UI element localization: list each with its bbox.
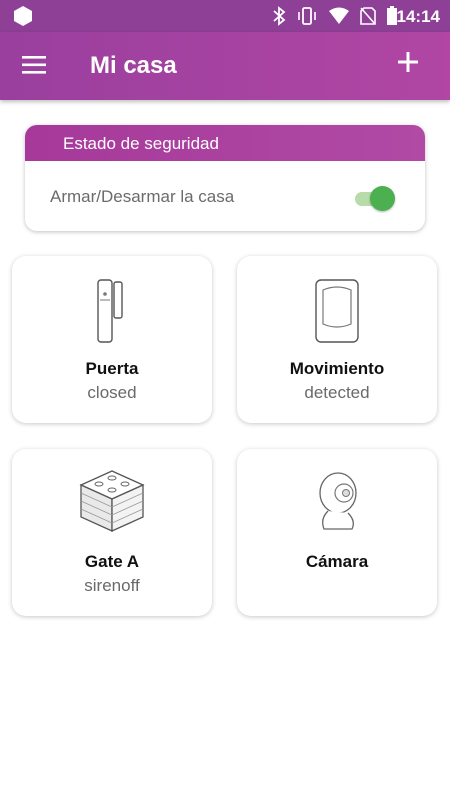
- device-name: Cámara: [305, 552, 369, 571]
- device-status: detected: [304, 383, 370, 402]
- plus-icon[interactable]: [396, 50, 420, 74]
- security-status-card: Estado de seguridad Armar/Desarmar la ca…: [25, 125, 425, 231]
- app-hex-icon: [14, 6, 32, 26]
- toggle-thumb: [370, 186, 395, 211]
- wifi-icon: [329, 7, 349, 24]
- arm-disarm-label: Armar/Desarmar la casa: [50, 187, 235, 206]
- motion-sensor-icon: [315, 279, 359, 343]
- device-name: Gate A: [84, 552, 140, 571]
- device-status: sirenoff: [84, 576, 140, 595]
- security-card-header: Estado de seguridad: [25, 125, 425, 161]
- hamburger-menu-icon[interactable]: [22, 54, 48, 76]
- no-sim-icon: [360, 7, 376, 25]
- bluetooth-icon: [273, 6, 286, 26]
- door-sensor-icon: [97, 279, 123, 343]
- status-icons: [272, 6, 398, 26]
- device-card-movimiento[interactable]: Movimiento detected: [237, 256, 437, 423]
- vibrate-icon: [298, 7, 316, 25]
- device-status: closed: [87, 383, 137, 402]
- gateway-hub-icon: [79, 470, 145, 533]
- camera-icon: [319, 472, 357, 530]
- device-card-gate-a[interactable]: Gate A sirenoff: [12, 449, 212, 616]
- arm-disarm-toggle[interactable]: [353, 185, 395, 211]
- status-bar: 14:14: [0, 0, 450, 32]
- app-bar: Mi casa: [0, 32, 450, 100]
- page-title: Mi casa: [90, 52, 177, 79]
- device-card-camara[interactable]: Cámara: [237, 449, 437, 616]
- clock: 14:14: [396, 7, 440, 26]
- device-name: Movimiento: [289, 359, 385, 378]
- device-card-puerta[interactable]: Puerta closed: [12, 256, 212, 423]
- device-name: Puerta: [85, 359, 139, 378]
